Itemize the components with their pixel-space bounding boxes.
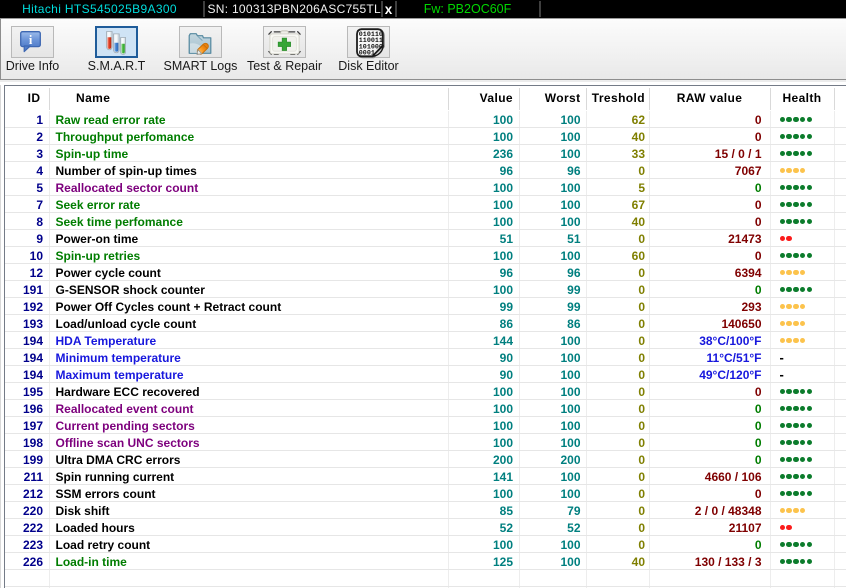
- svg-text:i: i: [29, 33, 33, 47]
- svg-text:0001: 0001: [359, 50, 375, 58]
